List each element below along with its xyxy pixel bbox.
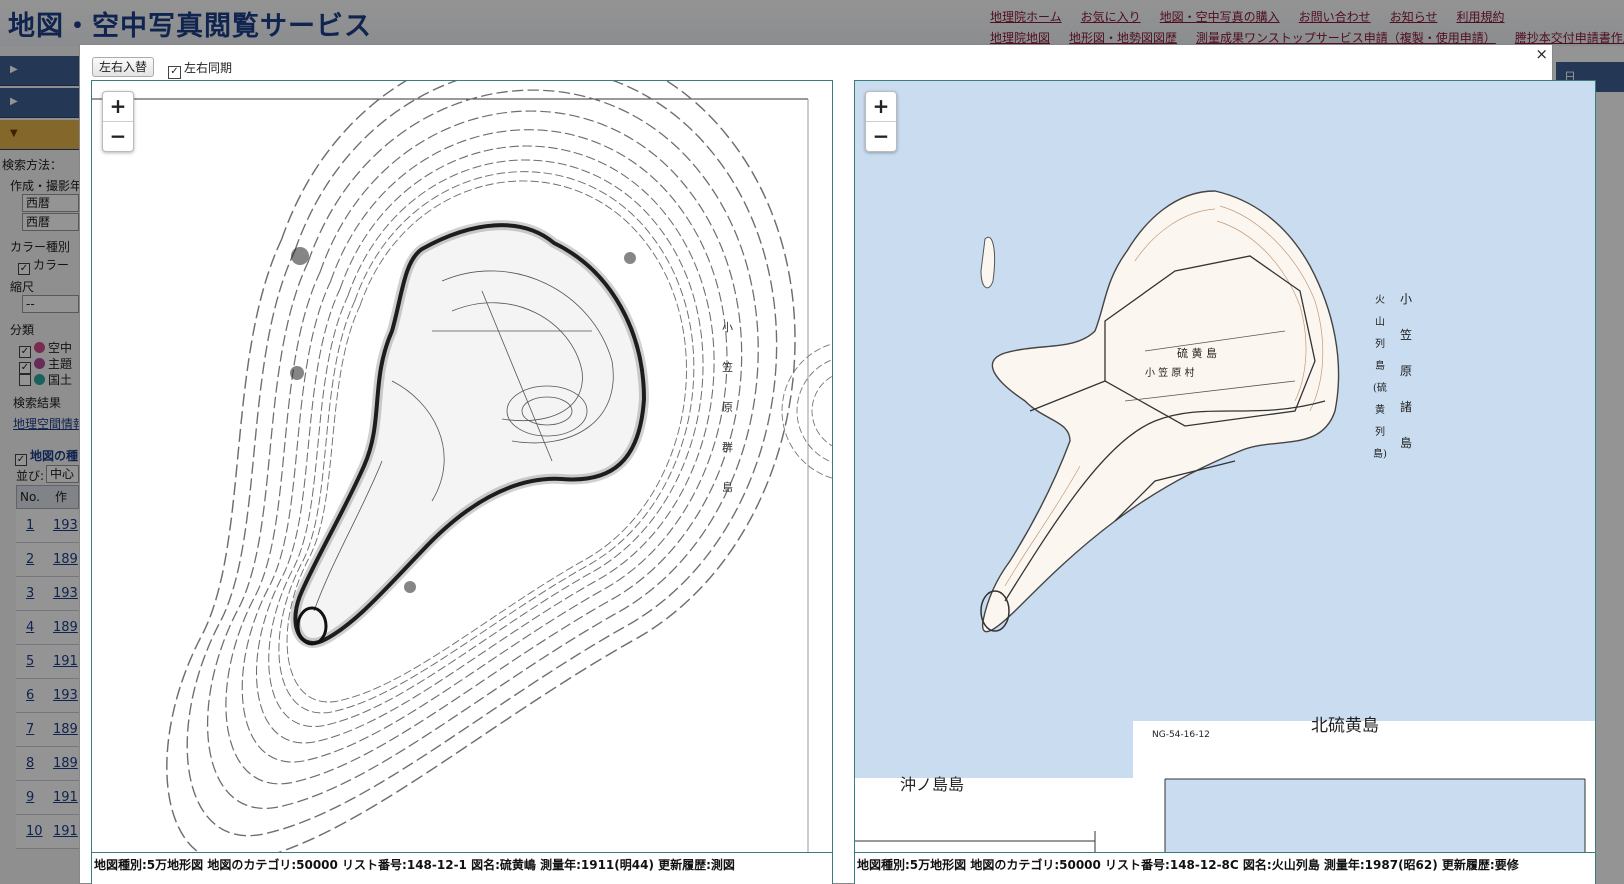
- right-map-image: 硫 黄 島 小 笠 原 村 北硫黄島 沖ノ島島 NG-54-16-12 小 笠 …: [855, 81, 1595, 852]
- checkbox-icon: ✓: [168, 66, 181, 79]
- swap-left-right-button[interactable]: 左右入替: [92, 57, 155, 77]
- group-label-char: 原: [1400, 364, 1412, 378]
- left-zoom-control: + −: [102, 91, 134, 152]
- sync-left-right-checkbox[interactable]: ✓ 左右同期: [168, 59, 232, 79]
- map-label-village: 小 笠 原 村: [1145, 366, 1195, 379]
- sheet-code-label: NG-54-16-12: [1152, 730, 1210, 740]
- right-zoom-control: + −: [865, 91, 897, 152]
- left-map-pane: 小 笠 原 群 島 + − 地図種別:5万地形図 地図のカテゴリ:50000 リ…: [91, 80, 833, 884]
- left-map-label: 島: [722, 480, 733, 494]
- left-zoom-in-button[interactable]: +: [103, 92, 133, 122]
- group-label-char: 諸: [1400, 399, 1412, 414]
- group-label-char: 黄: [1375, 403, 1385, 416]
- right-map-view[interactable]: 硫 黄 島 小 笠 原 村 北硫黄島 沖ノ島島 NG-54-16-12 小 笠 …: [855, 81, 1595, 852]
- group-label-char: (硫: [1373, 381, 1387, 394]
- left-map-view[interactable]: 小 笠 原 群 島 + −: [92, 81, 832, 852]
- left-map-label: 笠: [722, 360, 733, 374]
- map-label-okinotori: 沖ノ島島: [900, 775, 964, 794]
- right-zoom-out-button[interactable]: −: [866, 122, 896, 152]
- left-map-label: 小: [722, 321, 733, 334]
- group-label-char: 島: [1400, 435, 1412, 450]
- left-map-caption: 地図種別:5万地形図 地図のカテゴリ:50000 リスト番号:148-12-1 …: [92, 852, 832, 884]
- group-label-char: 島): [1373, 447, 1387, 460]
- map-label-kita-iwo-jima: 北硫黄島: [1311, 716, 1379, 736]
- map-compare-dialog: × 左右入替 ✓ 左右同期 小 笠 原 群 島 + − 地図種別:5万地形図 地…: [79, 44, 1596, 884]
- left-map-label: 原: [722, 401, 733, 414]
- group-label-char: 火: [1375, 294, 1385, 306]
- group-label-char: 列: [1375, 337, 1385, 350]
- group-label-char: 小: [1400, 292, 1412, 306]
- group-label-char: 島: [1375, 359, 1385, 372]
- map-label-iwo-jima: 硫 黄 島: [1177, 346, 1217, 360]
- group-label-char: 列: [1375, 425, 1385, 438]
- left-map-image: 小 笠 原 群 島: [92, 81, 832, 852]
- sync-label: 左右同期: [184, 61, 233, 75]
- right-zoom-in-button[interactable]: +: [866, 92, 896, 122]
- left-zoom-out-button[interactable]: −: [103, 122, 133, 152]
- group-label-char: 笠: [1400, 327, 1412, 342]
- group-label-char: 山: [1375, 316, 1385, 328]
- left-map-label: 群: [722, 440, 733, 454]
- right-map-pane: 硫 黄 島 小 笠 原 村 北硫黄島 沖ノ島島 NG-54-16-12 小 笠 …: [854, 80, 1596, 884]
- right-map-caption: 地図種別:5万地形図 地図のカテゴリ:50000 リスト番号:148-12-8C…: [855, 852, 1595, 884]
- close-icon[interactable]: ×: [1535, 45, 1548, 63]
